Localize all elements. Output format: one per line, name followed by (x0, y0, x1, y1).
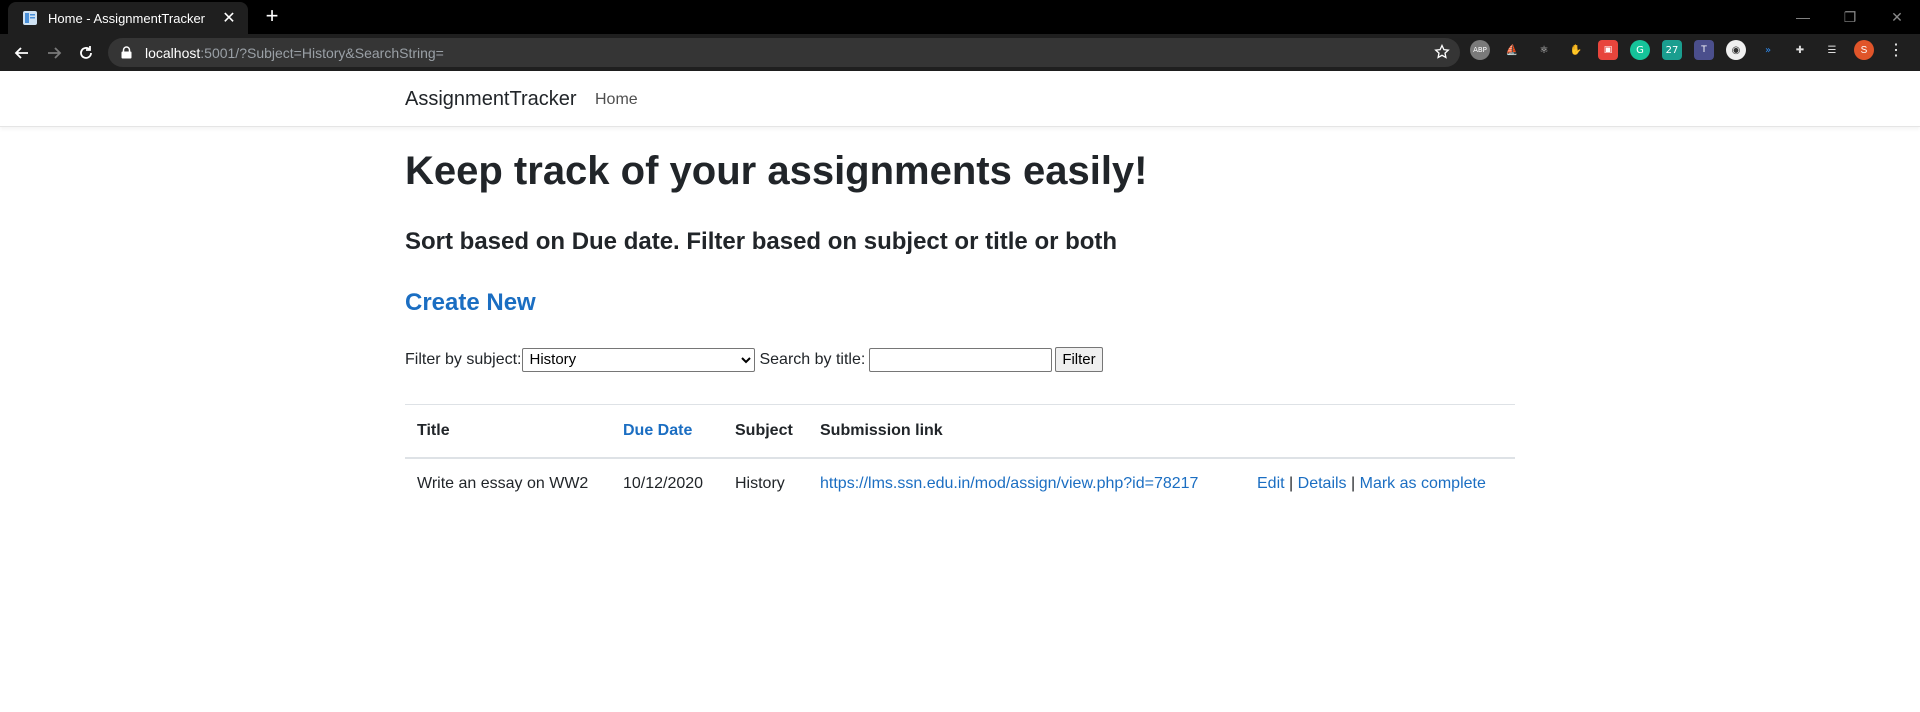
grammarly-icon[interactable]: G (1630, 40, 1650, 60)
create-new-link[interactable]: Create New (405, 289, 1515, 317)
browser-menu-icon[interactable]: ⋮ (1886, 40, 1906, 60)
restore-icon[interactable]: ❐ (1827, 0, 1873, 34)
back-icon[interactable] (8, 39, 36, 67)
browser-toolbar: localhost:5001/?Subject=History&SearchSt… (0, 34, 1920, 71)
extension-icon[interactable]: ▣ (1598, 40, 1618, 60)
edit-link[interactable]: Edit (1257, 475, 1285, 492)
subject-filter-label: Filter by subject: (405, 350, 522, 368)
adblock-extension-icon[interactable]: ABP (1470, 40, 1490, 60)
browser-tab[interactable]: Home - AssignmentTracker ✕ (8, 2, 248, 34)
header-subject: Subject (723, 404, 808, 459)
site-navbar: AssignmentTracker Home (0, 71, 1920, 127)
tab-title: Home - AssignmentTracker (48, 10, 206, 26)
title-search-label: Search by title: (759, 350, 866, 368)
extension-icon[interactable]: ◉ (1726, 40, 1746, 60)
filter-form: Filter by subject: History Search by tit… (405, 347, 1515, 372)
url-path: :5001/?Subject=History&SearchString= (200, 44, 444, 61)
details-link[interactable]: Details (1298, 475, 1347, 492)
row-actions: Edit | Details | Mark as complete (1245, 458, 1515, 508)
extension-icon[interactable]: » (1758, 40, 1778, 60)
bookmark-star-icon[interactable] (1434, 43, 1450, 65)
assignments-table: Title Due Date Subject Submission link W… (405, 404, 1515, 508)
submission-link[interactable]: https://lms.ssn.edu.in/mod/assign/view.p… (820, 475, 1198, 492)
cell-title: Write an essay on WW2 (417, 474, 589, 492)
teams-extension-icon[interactable]: T (1694, 40, 1714, 60)
window-close-icon[interactable]: ✕ (1874, 0, 1920, 34)
title-search-input[interactable] (869, 347, 1053, 372)
header-title: Title (405, 404, 611, 459)
filter-button[interactable]: Filter (1055, 347, 1103, 372)
table-row: Write an essay on WW2 10/12/2020 History… (405, 458, 1515, 508)
browser-tab-strip: Home - AssignmentTracker ✕ + — ❐ ✕ (0, 0, 1920, 34)
calendar-extension-icon[interactable]: 27 (1662, 40, 1682, 60)
lock-icon (121, 46, 135, 59)
close-tab-icon[interactable]: ✕ (220, 8, 238, 28)
subject-select[interactable]: History (522, 347, 756, 372)
new-tab-icon[interactable]: + (260, 5, 284, 29)
extension-icon[interactable]: ✋ (1566, 40, 1586, 60)
url-host: localhost (145, 44, 201, 61)
nav-home-link[interactable]: Home (595, 91, 638, 109)
page-subtitle: Sort based on Due date. Filter based on … (405, 228, 1118, 255)
main-content: Keep track of your assignments easily! S… (405, 127, 1515, 508)
address-bar[interactable]: localhost:5001/?Subject=History&SearchSt… (108, 38, 1460, 67)
extension-icon[interactable]: ⛵ (1502, 40, 1522, 60)
forward-icon[interactable] (40, 39, 68, 67)
cell-subject: History (735, 474, 785, 492)
action-separator: | (1289, 474, 1294, 492)
page-favicon-icon (22, 10, 38, 26)
mark-complete-link[interactable]: Mark as complete (1360, 475, 1486, 492)
brand-link[interactable]: AssignmentTracker (405, 88, 577, 111)
cell-due-date: 10/12/2020 (623, 474, 704, 492)
header-submission-link: Submission link (808, 404, 1245, 459)
reload-icon[interactable] (72, 39, 100, 67)
page-title: Keep track of your assignments easily! (405, 149, 1148, 193)
minimize-icon[interactable]: — (1780, 0, 1826, 34)
sort-due-date-link[interactable]: Due Date (623, 422, 692, 439)
action-separator: | (1351, 474, 1356, 492)
profile-avatar[interactable]: S (1854, 40, 1874, 60)
extensions-puzzle-icon[interactable]: ✚ (1790, 40, 1810, 60)
react-devtools-icon[interactable]: ⚛ (1534, 40, 1554, 60)
reading-list-icon[interactable]: ☰ (1822, 40, 1842, 60)
table-header-row: Title Due Date Subject Submission link (405, 404, 1515, 459)
header-actions (1245, 404, 1515, 459)
